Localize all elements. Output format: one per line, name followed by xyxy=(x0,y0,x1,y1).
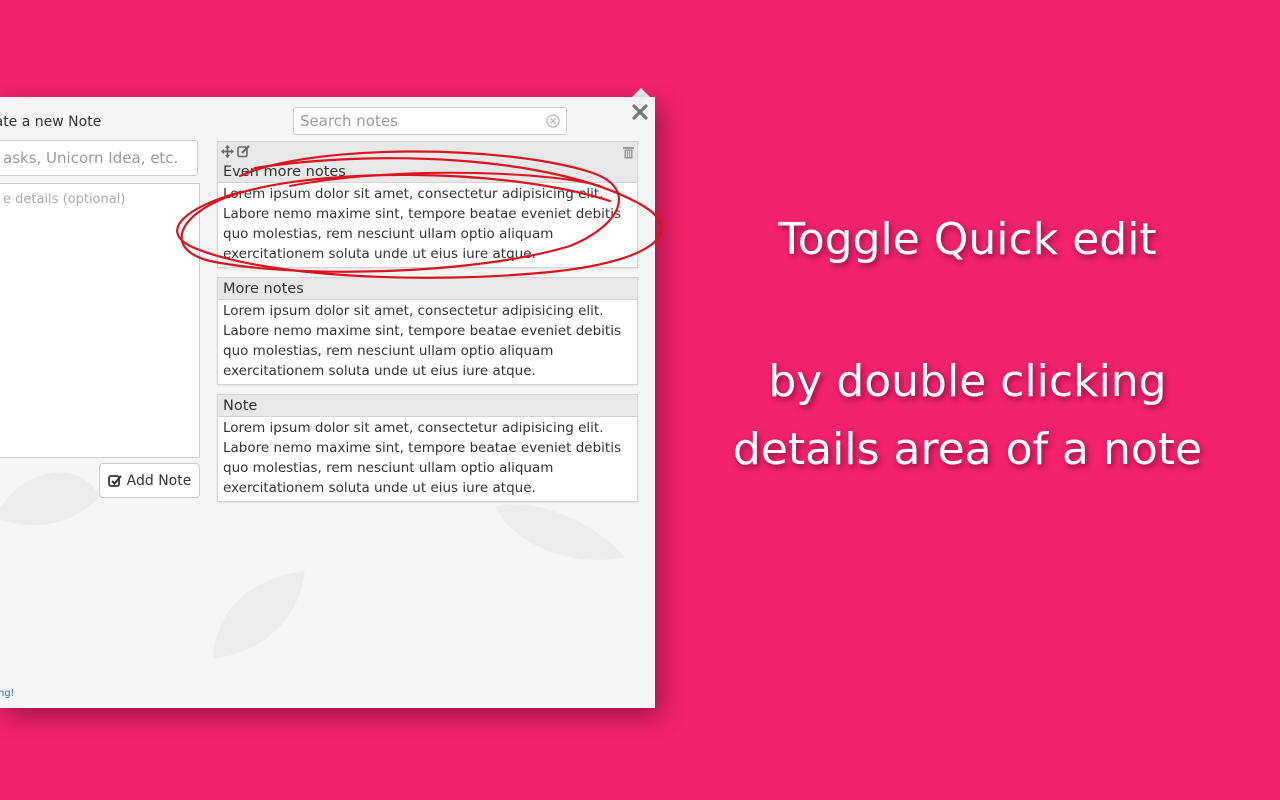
edit-icon[interactable] xyxy=(237,145,251,158)
note-title: Note xyxy=(223,398,258,414)
search-input[interactable] xyxy=(300,112,530,130)
note-details-textarea[interactable]: e details (optional) xyxy=(0,183,200,458)
caption-heading: Toggle Quick edit xyxy=(778,214,1157,265)
popup-arrow xyxy=(632,88,650,97)
create-note-heading: eate a new Note xyxy=(0,114,102,130)
note-title: Even more notes xyxy=(223,164,346,180)
note-tools xyxy=(221,145,251,158)
note-header[interactable]: Even more notes xyxy=(218,142,637,183)
note-details[interactable]: Lorem ipsum dolor sit amet, consectetur … xyxy=(218,417,637,501)
footer-link[interactable]: ng! xyxy=(0,688,15,699)
caption-subtext: by double clicking details area of a not… xyxy=(732,356,1203,475)
check-square-icon xyxy=(107,474,122,487)
add-note-label: Add Note xyxy=(126,472,192,489)
leaf-decoration-icon xyxy=(213,571,305,659)
note-title: More notes xyxy=(223,281,304,297)
notes-popup: eate a new Note asks, Unicorn Idea, etc.… xyxy=(0,97,655,708)
search-field[interactable] xyxy=(293,107,567,135)
note-header[interactable]: More notes xyxy=(218,278,637,300)
close-icon[interactable] xyxy=(631,103,649,121)
note-header[interactable]: Note xyxy=(218,395,637,417)
leaf-decoration-icon xyxy=(0,472,100,526)
clear-search-icon[interactable] xyxy=(546,114,560,128)
add-note-button[interactable]: Add Note xyxy=(99,463,200,498)
trash-icon[interactable] xyxy=(623,146,634,159)
notes-list: Even more notes Lorem ipsum dolor sit am… xyxy=(217,141,638,511)
note-card[interactable]: Note Lorem ipsum dolor sit amet, consect… xyxy=(217,394,638,502)
note-title-input[interactable]: asks, Unicorn Idea, etc. xyxy=(0,140,198,176)
note-details[interactable]: Lorem ipsum dolor sit amet, consectetur … xyxy=(218,300,637,384)
move-icon[interactable] xyxy=(221,145,234,158)
note-card[interactable]: More notes Lorem ipsum dolor sit amet, c… xyxy=(217,277,638,385)
note-details[interactable]: Lorem ipsum dolor sit amet, consectetur … xyxy=(218,183,637,267)
note-card[interactable]: Even more notes Lorem ipsum dolor sit am… xyxy=(217,141,638,268)
